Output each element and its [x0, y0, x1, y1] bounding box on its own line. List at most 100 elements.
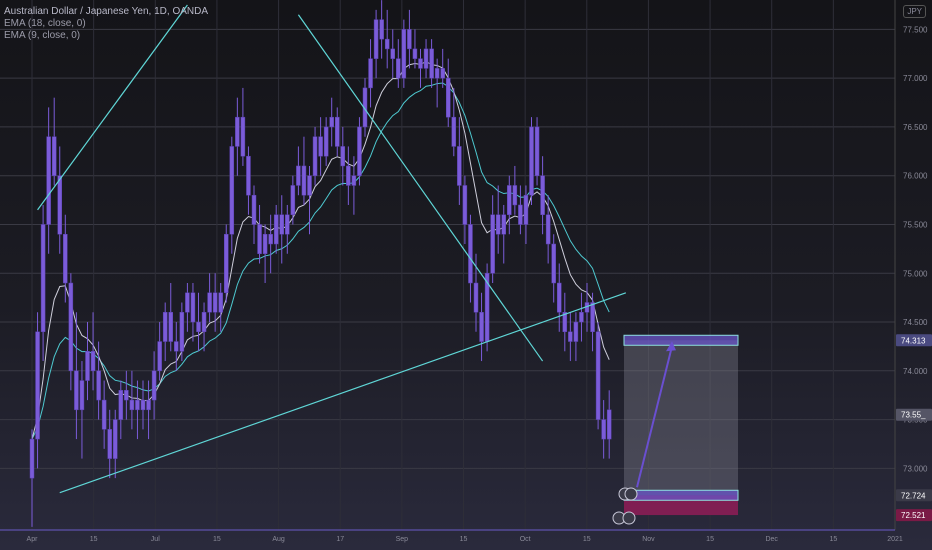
time-tick-label: Apr: [27, 536, 39, 543]
price-tick-label: 76.000: [903, 172, 928, 181]
candle-body: [135, 399, 140, 411]
candle-body: [440, 68, 445, 79]
candle-body: [29, 438, 35, 479]
candle-body: [74, 370, 79, 411]
candle-body: [479, 312, 484, 342]
candle-body: [412, 48, 418, 59]
candle-body: [557, 282, 562, 313]
candle-body: [534, 126, 540, 176]
candle-body: [595, 331, 601, 420]
candle-body: [601, 419, 606, 440]
time-tick-label: Nov: [642, 536, 655, 543]
candle-body: [157, 341, 162, 372]
candle-body: [368, 58, 373, 89]
price-tick-label: 77.000: [903, 74, 928, 83]
time-tick-label: Aug: [272, 536, 285, 543]
candle-body: [518, 204, 523, 225]
time-tick-label: 15: [583, 536, 591, 543]
candle-body: [329, 116, 334, 128]
candle-body: [379, 19, 384, 40]
candle-body: [462, 185, 468, 225]
candle-body: [301, 165, 307, 196]
candle-body: [290, 185, 296, 215]
candle-body: [140, 399, 146, 411]
candle-body: [96, 370, 101, 401]
candle-body: [540, 175, 545, 215]
candle-body: [451, 116, 457, 147]
price-chart[interactable]: 77.500 77.000 76.500 76.000 75.500 75.000 74.5…: [0, 0, 932, 550]
candle-body: [212, 292, 218, 313]
candle-body: [523, 194, 529, 225]
candle-body: [218, 292, 223, 313]
candle-body: [318, 136, 323, 157]
candle-body: [90, 351, 96, 372]
candle-body: [529, 126, 534, 196]
event-icon: [622, 511, 636, 525]
candle-body: [51, 136, 57, 176]
chart-legend: Australian Dollar / Japanese Yen, 1D, OA…: [4, 6, 208, 42]
time-tick-label: 15: [90, 536, 98, 543]
candle-body: [568, 331, 573, 342]
candle-body: [590, 302, 595, 333]
candle-body: [168, 312, 173, 342]
candle-body: [129, 399, 135, 411]
candle-body: [501, 214, 506, 235]
event-icon: [624, 487, 638, 501]
candle-body: [40, 224, 46, 333]
candle-body: [373, 19, 379, 59]
candle-body: [357, 126, 362, 176]
price-tick-label: 74.000: [903, 367, 928, 376]
price-badge-label: 74.313: [901, 336, 926, 345]
candle-body: [446, 77, 451, 118]
candle-body: [396, 58, 401, 79]
price-tick-label: 75.500: [903, 220, 928, 229]
candle-body: [512, 185, 518, 206]
currency-badge: JPY: [903, 5, 926, 18]
candle-body: [57, 175, 62, 235]
candle-body: [118, 390, 124, 420]
entry-box: [623, 489, 739, 501]
candle-body: [323, 126, 329, 157]
candle-body: [85, 351, 90, 381]
candle-body: [418, 58, 423, 69]
candle-body: [262, 233, 268, 254]
candle-body: [235, 116, 240, 147]
candle-body: [273, 214, 279, 245]
candle-body: [79, 380, 85, 411]
time-tick-label: Jul: [151, 536, 160, 543]
candle-body: [579, 312, 584, 323]
candle-body: [573, 321, 579, 342]
time-tick-label: 17: [336, 536, 344, 543]
candle-body: [335, 116, 340, 147]
candle-body: [257, 224, 262, 254]
candle-body: [63, 233, 68, 284]
candle-body: [296, 165, 301, 186]
price-badge-label: 73.55_: [901, 411, 926, 420]
candle-body: [229, 146, 235, 235]
candle-body: [68, 282, 74, 372]
candle-body: [251, 194, 257, 225]
candle-body: [495, 214, 501, 235]
candle-body: [185, 292, 190, 313]
candle-body: [473, 282, 479, 313]
symbol-title: Australian Dollar / Japanese Yen, 1D, OA…: [4, 6, 208, 17]
trendline: [59, 292, 627, 494]
price-tick-label: 77.500: [903, 25, 928, 34]
time-tick-label: 15: [829, 536, 837, 543]
candle-body: [101, 399, 107, 430]
price-badge-label: 72.521: [901, 511, 926, 520]
candle-body: [551, 243, 556, 284]
candle-body: [146, 399, 151, 411]
candle-body: [407, 29, 412, 50]
candle-body: [174, 341, 179, 352]
candle-body: [384, 38, 390, 50]
candle-body: [151, 370, 157, 401]
candle-body: [285, 214, 290, 235]
candle-body: [179, 312, 185, 352]
candle-body: [346, 165, 351, 186]
time-tick-label: Oct: [520, 536, 531, 543]
candle-body: [46, 136, 51, 225]
price-tick-label: 74.500: [903, 318, 928, 327]
price-tick-label: 76.500: [903, 123, 928, 132]
candle-body: [279, 214, 284, 235]
